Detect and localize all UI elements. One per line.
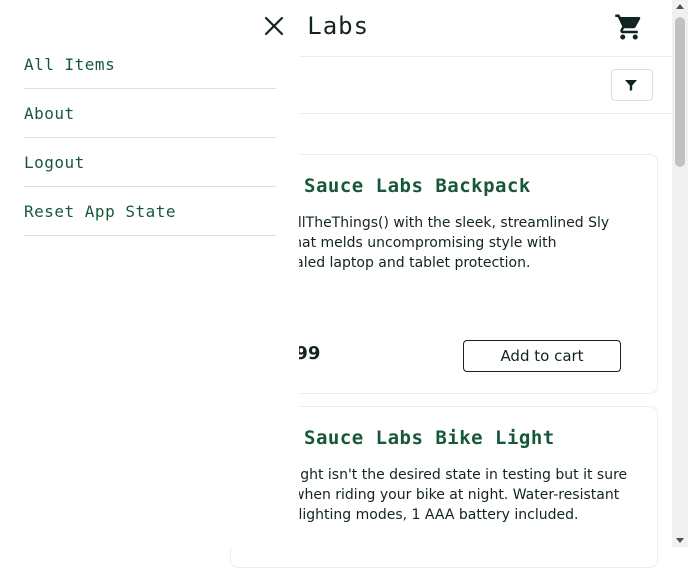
menu-list: All Items About Logout Reset App State	[24, 40, 276, 236]
item-description: carry.allTheThings() with the sleek, str…	[251, 215, 610, 271]
side-menu: All Items About Logout Reset App State	[0, 0, 299, 547]
item-description: A red light isn't the desired state in t…	[251, 467, 628, 523]
scroll-up-arrow-icon[interactable]	[676, 4, 684, 9]
item-name-link[interactable]: Sauce Labs Bike Light	[304, 427, 555, 449]
scrollbar[interactable]	[672, 0, 688, 547]
shopping-cart-icon[interactable]	[614, 12, 644, 42]
menu-item-all-items[interactable]: All Items	[24, 40, 276, 89]
add-to-cart-button[interactable]: Add to cart	[463, 340, 621, 372]
menu-item-reset-app-state[interactable]: Reset App State	[24, 187, 276, 236]
menu-item-about[interactable]: About	[24, 89, 276, 138]
scroll-down-arrow-icon[interactable]	[676, 538, 684, 543]
sort-filter-button[interactable]	[611, 69, 653, 101]
close-icon[interactable]	[262, 14, 286, 38]
menu-item-logout[interactable]: Logout	[24, 138, 276, 187]
scroll-thumb[interactable]	[675, 17, 685, 167]
item-name-link[interactable]: Sauce Labs Backpack	[304, 175, 531, 197]
filter-icon	[625, 80, 637, 91]
